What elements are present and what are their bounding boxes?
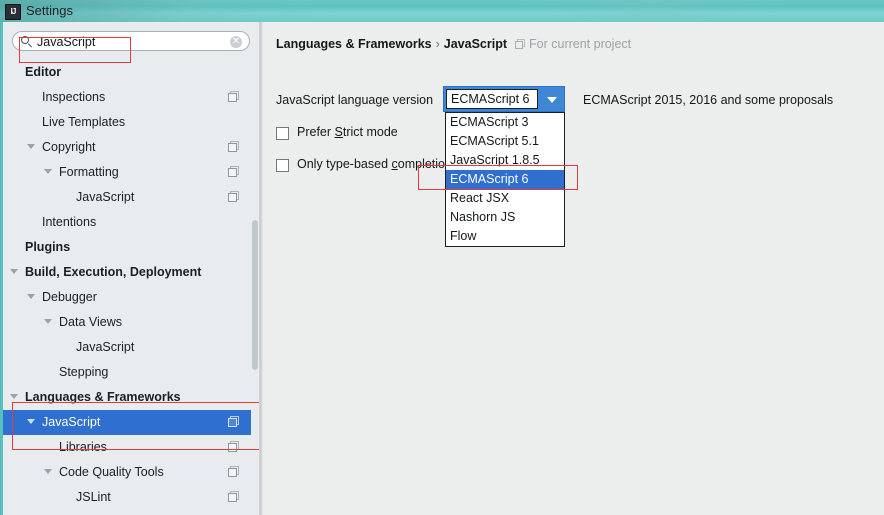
search-input[interactable] [37, 34, 227, 50]
sidebar-item-label: Live Templates [42, 115, 126, 129]
sidebar-item-label: Stepping [59, 365, 109, 379]
titlebar-sheen-right [520, 0, 780, 22]
sidebar-item-jslint[interactable]: JSLint [3, 485, 251, 510]
copy-settings-icon[interactable] [228, 441, 240, 453]
language-version-label: JavaScript language version [276, 93, 434, 107]
copy-settings-icon[interactable] [228, 466, 240, 478]
breadcrumb: Languages & Frameworks › JavaScript For cur… [276, 37, 631, 51]
copy-settings-icon[interactable] [228, 416, 240, 428]
tree-expand-arrow-icon[interactable] [44, 469, 52, 474]
search-icon [21, 36, 32, 48]
chevron-down-icon[interactable] [544, 91, 561, 108]
sidebar-item-label: Build, Execution, Deployment [25, 265, 202, 279]
sidebar-item-label: Copyright [42, 140, 96, 154]
sidebar-item-intentions[interactable]: Intentions [3, 210, 251, 235]
language-version-combobox[interactable]: ECMAScript 6 [443, 86, 565, 112]
sidebar-item-stepping[interactable]: Stepping [3, 360, 251, 385]
settings-tree[interactable]: Editor Inspections Live Templates Copyright… [3, 60, 251, 515]
sidebar-item-code-quality-tools[interactable]: Code Quality Tools [3, 460, 251, 485]
sidebar-item-label: JavaScript [76, 190, 135, 204]
dropdown-option-react-jsx[interactable]: React JSX [446, 189, 564, 208]
sidebar-item-formatting[interactable]: Formatting [3, 160, 251, 185]
prefer-strict-mode-label: Prefer Strict mode [297, 125, 398, 139]
sidebar-item-label: Libraries [59, 440, 107, 454]
copy-settings-icon[interactable] [228, 191, 240, 203]
breadcrumb-scope-label: For current project [529, 37, 632, 51]
dropdown-option-flow[interactable]: Flow [446, 227, 564, 246]
sidebar-item-copyright[interactable]: Copyright [3, 135, 251, 160]
tree-expand-arrow-icon[interactable] [10, 394, 18, 399]
dropdown-option-ecmascript-5-1[interactable]: ECMAScript 5.1 [446, 132, 564, 151]
clear-icon[interactable]: ✕ [230, 36, 242, 48]
tree-expand-arrow-icon[interactable] [44, 319, 52, 324]
tree-expand-arrow-icon[interactable] [44, 169, 52, 174]
sidebar-item-libraries[interactable]: Libraries [3, 435, 251, 460]
window-titlebar: IJ Settings [0, 0, 884, 22]
tree-expand-arrow-icon[interactable] [27, 294, 35, 299]
window-title: Settings [26, 3, 73, 18]
language-version-value[interactable]: ECMAScript 6 [446, 89, 538, 109]
sidebar-scrollbar-thumb[interactable] [252, 220, 258, 370]
sidebar-item-label: Languages & Frameworks [25, 390, 181, 404]
type-based-completion-label: Only type-based completion [297, 157, 452, 171]
sidebar-item-label: Inspections [42, 90, 106, 104]
sidebar-item-data-views[interactable]: Data Views [3, 310, 251, 335]
sidebar-item-label: Editor [25, 65, 62, 79]
sidebar-item-debugger[interactable]: Debugger [3, 285, 251, 310]
type-based-completion-checkbox[interactable] [276, 159, 289, 172]
sidebar-item-inspections[interactable]: Inspections [3, 85, 251, 110]
sidebar-item-editor[interactable]: Editor [3, 60, 251, 85]
sidebar-item-languages-frameworks[interactable]: Languages & Frameworks [3, 385, 251, 410]
intellij-idea-icon: IJ [5, 4, 21, 20]
search-box[interactable]: ✕ [12, 31, 250, 51]
sidebar-item-build-execution-deployment[interactable]: Build, Execution, Deployment [3, 260, 251, 285]
sidebar-item-label: Debugger [42, 290, 97, 304]
sidebar-item-label: JSHint [76, 510, 113, 515]
tree-expand-arrow-icon[interactable] [27, 419, 35, 424]
breadcrumb-separator: › [435, 37, 440, 51]
language-version-hint: ECMAScript 2015, 2016 and some proposals [583, 93, 834, 107]
prefer-strict-mode-checkbox[interactable] [276, 127, 289, 140]
sidebar-item-javascript[interactable]: JavaScript [3, 410, 251, 435]
sidebar-item-jshint[interactable]: JSHint [3, 510, 251, 515]
project-scope-icon [515, 39, 526, 50]
sidebar-item-label: Plugins [25, 240, 71, 254]
search-area: ✕ [12, 31, 252, 63]
sidebar-scrollbar[interactable] [251, 22, 259, 477]
language-version-dropdown-list[interactable]: ECMAScript 3 ECMAScript 5.1 JavaScript 1.8… [445, 112, 565, 247]
sidebar-item-label: Code Quality Tools [59, 465, 164, 479]
sidebar-item-plugins[interactable]: Plugins [3, 235, 251, 260]
sidebar-item-javascript[interactable]: JavaScript [3, 185, 251, 210]
tree-expand-arrow-icon[interactable] [27, 144, 35, 149]
settings-main-panel: Languages & Frameworks › JavaScript For cur… [263, 22, 884, 515]
tree-expand-arrow-icon[interactable] [10, 269, 18, 274]
sidebar-item-label: JavaScript [42, 415, 101, 429]
breadcrumb-scope: For current project [507, 37, 631, 51]
sidebar-item-label: Data Views [59, 315, 122, 329]
sidebar-item-live-templates[interactable]: Live Templates [3, 110, 251, 135]
breadcrumb-leaf: JavaScript [443, 37, 508, 51]
sidebar-item-label: Intentions [42, 215, 97, 229]
sidebar-item-javascript[interactable]: JavaScript [3, 335, 251, 360]
dropdown-option-ecmascript-3[interactable]: ECMAScript 3 [446, 113, 564, 132]
settings-sidebar: ✕ Editor Inspections Live Templates Copyrig… [3, 22, 268, 515]
dropdown-option-ecmascript-6[interactable]: ECMAScript 6 [446, 170, 564, 189]
dropdown-option-javascript-1-8-5[interactable]: JavaScript 1.8.5 [446, 151, 564, 170]
breadcrumb-root[interactable]: Languages & Frameworks [276, 37, 432, 51]
copy-settings-icon[interactable] [228, 91, 240, 103]
sidebar-item-label: Formatting [59, 165, 119, 179]
sidebar-item-label: JavaScript [76, 340, 135, 354]
copy-settings-icon[interactable] [228, 141, 240, 153]
copy-settings-icon[interactable] [228, 491, 240, 503]
window-body: ✕ Editor Inspections Live Templates Copyrig… [0, 22, 884, 515]
copy-settings-icon[interactable] [228, 166, 240, 178]
settings-dialog: IJ Settings ✕ Editor Inspections Live Temp… [0, 0, 884, 515]
dropdown-option-nashorn-js[interactable]: Nashorn JS [446, 208, 564, 227]
sidebar-item-label: JSLint [76, 490, 111, 504]
